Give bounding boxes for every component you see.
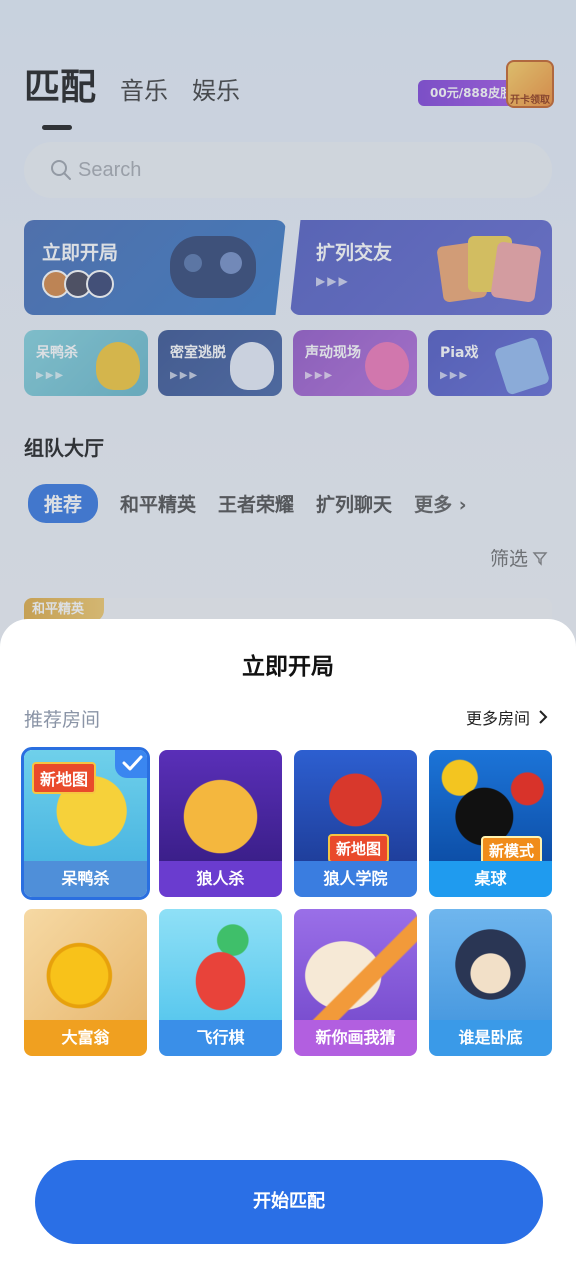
- game-tile-draw-guess[interactable]: 新你画我猜: [294, 909, 417, 1056]
- game-tile-label: 谁是卧底: [429, 1020, 552, 1056]
- game-tile-label: 大富翁: [24, 1020, 147, 1056]
- detective-icon: [429, 909, 552, 1020]
- game-tile-label: 狼人杀: [159, 861, 282, 897]
- new-map-badge: 新地图: [328, 834, 390, 863]
- game-tile-duck-kill[interactable]: 新地图 呆鸭杀: [21, 747, 150, 900]
- sheet-title: 立即开局: [242, 654, 334, 680]
- more-rooms-link[interactable]: 更多房间: [466, 705, 548, 729]
- game-tile-monopoly[interactable]: 大富翁: [24, 909, 147, 1056]
- gold-coin-icon: [24, 909, 147, 1020]
- game-tile-flying-chess[interactable]: 飞行棋: [159, 909, 282, 1056]
- airplane-icon: [159, 909, 282, 1020]
- game-tile-label: 狼人学院: [294, 861, 417, 897]
- pencil-icon: [294, 909, 417, 1020]
- game-tile-label: 新你画我猜: [294, 1020, 417, 1056]
- game-tile-billiards[interactable]: 新模式 桌球: [429, 750, 552, 897]
- game-tile-werewolf[interactable]: 狼人杀: [159, 750, 282, 897]
- game-tile-label: 呆鸭杀: [24, 861, 147, 897]
- game-tile-werewolf-academy[interactable]: 新地图 狼人学院: [294, 750, 417, 897]
- game-tile-label: 飞行棋: [159, 1020, 282, 1056]
- game-tile-undercover[interactable]: 谁是卧底: [429, 909, 552, 1056]
- more-rooms-label: 更多房间: [465, 709, 530, 728]
- recommended-rooms-label: 推荐房间: [24, 709, 101, 731]
- chevron-right-icon: [539, 710, 548, 724]
- quick-start-sheet: 立即开局 推荐房间 更多房间 新地图 呆鸭杀 狼人杀 新地图 狼人学院 新模式 …: [0, 619, 576, 1280]
- new-map-badge: 新地图: [32, 762, 97, 794]
- start-matching-button[interactable]: 开始匹配: [35, 1160, 543, 1244]
- selected-check-icon: [115, 750, 147, 778]
- werewolf-icon: [159, 750, 282, 861]
- game-tile-label: 桌球: [429, 861, 552, 897]
